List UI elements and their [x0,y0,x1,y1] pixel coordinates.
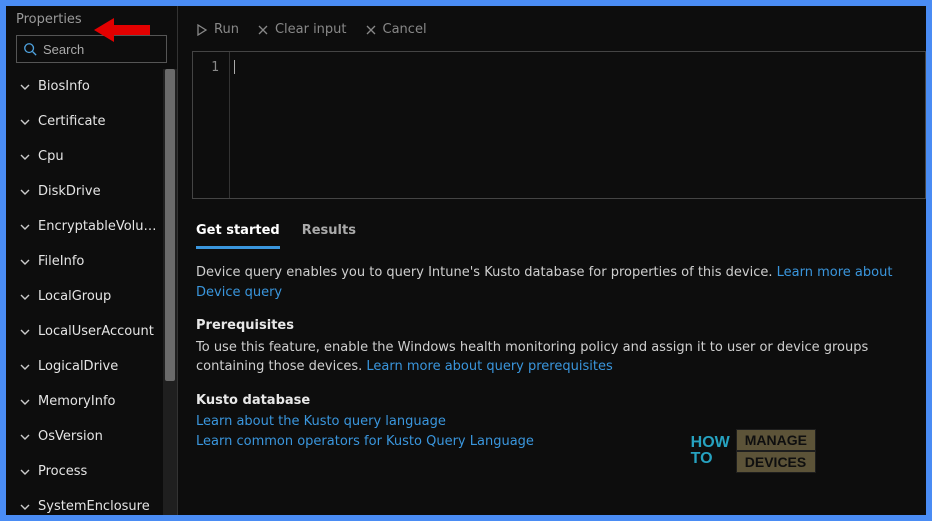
chevron-down-icon [20,257,30,267]
close-icon [365,24,377,36]
play-icon [196,24,208,36]
run-button[interactable]: Run [196,22,239,37]
editor-gutter: 1 [193,52,229,198]
toolbar: Run Clear input Cancel [192,14,926,51]
properties-tree: BiosInfo Certificate Cpu DiskDrive Encry… [6,69,177,515]
chevron-down-icon [20,467,30,477]
cancel-button[interactable]: Cancel [365,22,427,37]
search-box[interactable] [16,35,167,63]
editor-content[interactable] [229,52,925,198]
prerequisites-heading: Prerequisites [196,316,918,336]
tree-item-biosinfo[interactable]: BiosInfo [6,69,167,104]
get-started-content: Device query enables you to query Intune… [192,249,926,451]
tree-item-fileinfo[interactable]: FileInfo [6,244,167,279]
chevron-down-icon [20,222,30,232]
prerequisites-paragraph: To use this feature, enable the Windows … [196,338,918,377]
tree-item-label: Certificate [38,114,106,129]
tree-item-label: OsVersion [38,429,103,444]
tree-item-label: EncryptableVolu… [38,219,157,234]
result-tabs: Get started Results [192,199,926,249]
chevron-down-icon [20,82,30,92]
scrollbar-thumb[interactable] [165,69,175,381]
sidebar-title: Properties [6,6,177,31]
tree-item-process[interactable]: Process [6,454,167,489]
tree-item-label: LocalGroup [38,289,111,304]
tree-item-label: LocalUserAccount [38,324,154,339]
intro-paragraph: Device query enables you to query Intune… [196,263,918,302]
chevron-down-icon [20,327,30,337]
tree-item-label: LogicalDrive [38,359,118,374]
chevron-down-icon [20,187,30,197]
tab-results[interactable]: Results [302,217,356,249]
chevron-down-icon [20,152,30,162]
learn-prerequisites-link[interactable]: Learn more about query prerequisites [366,359,612,374]
sidebar: Properties BiosInfo Certificate [6,6,178,515]
chevron-down-icon [20,292,30,302]
close-icon [257,24,269,36]
tree-item-label: Process [38,464,87,479]
tree-item-localuseraccount[interactable]: LocalUserAccount [6,314,167,349]
kusto-heading: Kusto database [196,391,918,411]
query-editor[interactable]: 1 [192,51,926,199]
tree-item-systemenclosure[interactable]: SystemEnclosure [6,489,167,515]
clear-label: Clear input [275,22,347,37]
tree-item-label: MemoryInfo [38,394,115,409]
tree-item-label: DiskDrive [38,184,101,199]
search-icon [23,42,37,56]
tree-item-diskdrive[interactable]: DiskDrive [6,174,167,209]
tree-item-label: Cpu [38,149,64,164]
gutter-line-number: 1 [193,60,219,75]
cancel-label: Cancel [383,22,427,37]
tree-item-cpu[interactable]: Cpu [6,139,167,174]
editor-cursor [234,60,235,74]
kusto-language-link[interactable]: Learn about the Kusto query language [196,414,446,429]
chevron-down-icon [20,362,30,372]
main-panel: Run Clear input Cancel 1 Get started Res… [178,6,926,515]
chevron-down-icon [20,117,30,127]
sidebar-scrollbar[interactable] [163,69,177,515]
chevron-down-icon [20,397,30,407]
intro-text: Device query enables you to query Intune… [196,265,777,280]
chevron-down-icon [20,432,30,442]
tree-item-certificate[interactable]: Certificate [6,104,167,139]
clear-input-button[interactable]: Clear input [257,22,347,37]
tree-item-memoryinfo[interactable]: MemoryInfo [6,384,167,419]
tree-item-logicaldrive[interactable]: LogicalDrive [6,349,167,384]
tree-item-localgroup[interactable]: LocalGroup [6,279,167,314]
run-label: Run [214,22,239,37]
tree-item-label: FileInfo [38,254,84,269]
tree-item-label: BiosInfo [38,79,90,94]
tree-item-encryptablevolume[interactable]: EncryptableVolu… [6,209,167,244]
tree-item-osversion[interactable]: OsVersion [6,419,167,454]
tree-item-label: SystemEnclosure [38,499,150,514]
search-input[interactable] [43,42,160,57]
chevron-down-icon [20,502,30,512]
kusto-operators-link[interactable]: Learn common operators for Kusto Query L… [196,434,534,449]
tab-get-started[interactable]: Get started [196,217,280,249]
